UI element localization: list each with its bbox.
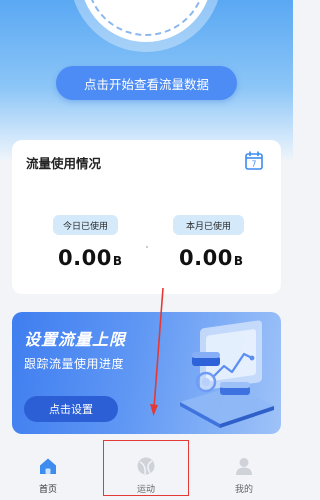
today-used-label: 今日已使用 — [53, 215, 118, 235]
tab-mine[interactable]: 我的 — [214, 438, 274, 500]
calendar-icon[interactable]: 7 — [245, 151, 263, 170]
today-used-value: 0.00B — [58, 246, 123, 270]
today-used-unit: B — [112, 254, 123, 268]
start-view-data-button[interactable]: 点击开始查看流量数据 — [56, 66, 237, 100]
dashboard-illustration-icon — [180, 320, 274, 428]
calendar-day: 7 — [252, 160, 257, 169]
banner-title: 设置流量上限 — [24, 330, 127, 349]
set-limit-banner[interactable]: 设置流量上限 跟踪流量使用进度 点击设置 — [12, 312, 281, 434]
tab-mine-label: 我的 — [234, 485, 253, 495]
banner-subtitle: 跟踪流量使用进度 — [24, 357, 125, 371]
month-used-unit: B — [233, 254, 244, 268]
month-used-label: 本月已使用 — [173, 215, 244, 235]
usage-card: 流量使用情况 7 今日已使用 本月已使用 0.00B 0.00B — [12, 140, 281, 294]
divider-dot — [146, 246, 148, 248]
tab-home[interactable]: 首页 — [18, 438, 78, 500]
hero-header: 点击开始查看流量数据 — [0, 0, 293, 160]
set-limit-button[interactable]: 点击设置 — [24, 396, 118, 422]
annotation-highlight-box — [103, 440, 189, 496]
month-used-value: 0.00B — [179, 246, 244, 270]
usage-card-title: 流量使用情况 — [26, 156, 102, 171]
home-icon — [40, 458, 56, 474]
user-icon — [236, 458, 252, 475]
tab-home-label: 首页 — [38, 485, 57, 495]
